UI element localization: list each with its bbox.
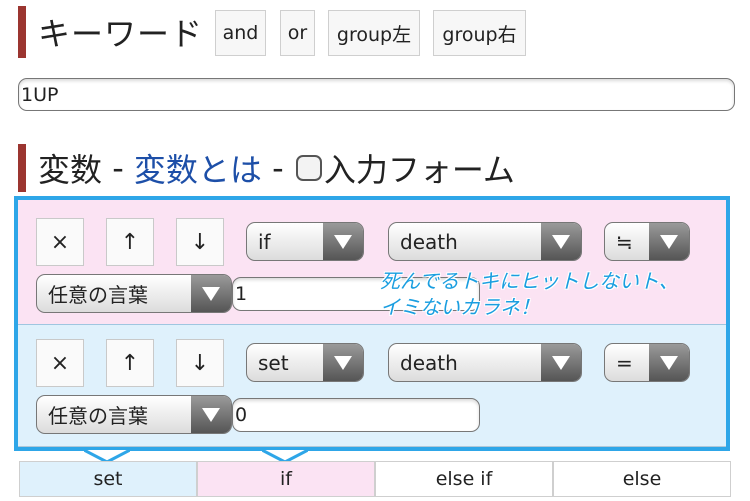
variable-select[interactable]: death <box>388 343 582 382</box>
section-marker <box>18 144 26 192</box>
variable-select[interactable]: death <box>388 222 582 261</box>
delete-button[interactable]: × <box>36 218 84 266</box>
kind-select[interactable]: if <box>246 222 364 261</box>
chevron-down-icon <box>541 344 581 381</box>
keyword-input[interactable]: 1UP <box>18 78 735 111</box>
move-up-button[interactable]: ↑ <box>106 218 154 266</box>
if-block: × ↑ ↓ if death ≒ 任意の言葉 1 死んでるトキにヒットしないト、… <box>18 200 726 325</box>
chevron-down-icon <box>323 223 363 260</box>
move-up-button[interactable]: ↑ <box>106 339 154 387</box>
move-down-button[interactable]: ↓ <box>176 218 224 266</box>
variables-title: 変数 <box>38 151 103 189</box>
variables-title-row: 変数 - 変数とは - 入力フォーム <box>38 145 515 191</box>
tab-else-if[interactable]: else if <box>375 461 553 497</box>
handwritten-note: 死んでるトキにヒットしないト、 イミないカラネ！ <box>380 268 679 320</box>
word-type-select-value: 任意の言葉 <box>48 404 148 428</box>
chevron-down-icon <box>191 396 231 433</box>
kind-select-value: if <box>258 229 271 254</box>
title-separator: - <box>261 149 294 187</box>
tab-set[interactable]: set <box>19 461 197 497</box>
input-form-checkbox[interactable] <box>295 155 322 181</box>
chevron-down-icon <box>541 223 581 260</box>
variable-select-value: death <box>400 229 458 254</box>
or-button[interactable]: or <box>280 10 315 56</box>
word-type-select[interactable]: 任意の言葉 <box>36 274 232 313</box>
tab-else[interactable]: else <box>553 461 731 497</box>
and-button[interactable]: and <box>215 10 266 56</box>
chevron-down-icon <box>649 223 689 260</box>
operator-select[interactable]: = <box>604 343 690 382</box>
delete-button[interactable]: × <box>36 339 84 387</box>
operator-select-value: ≒ <box>616 229 633 254</box>
group-right-button[interactable]: group右 <box>433 10 526 56</box>
tab-if[interactable]: if <box>197 461 375 497</box>
move-down-button[interactable]: ↓ <box>176 339 224 387</box>
chevron-down-icon <box>649 344 689 381</box>
value-input[interactable]: 0 <box>232 398 480 432</box>
word-type-select-value: 任意の言葉 <box>48 283 148 307</box>
word-type-select[interactable]: 任意の言葉 <box>36 395 232 434</box>
keyword-title: キーワード <box>38 15 204 53</box>
input-form-label: 入力フォーム <box>323 151 515 189</box>
keyword-header: キーワード <box>18 6 203 58</box>
chevron-down-icon <box>191 275 231 312</box>
note-line: 死んでるトキにヒットしないト、 <box>380 269 679 293</box>
title-separator: - <box>102 149 134 187</box>
chevron-down-icon <box>323 344 363 381</box>
section-marker <box>18 6 26 58</box>
variable-select-value: death <box>400 350 458 375</box>
kind-select-value: set <box>258 350 289 375</box>
note-line: イミないカラネ！ <box>380 295 540 319</box>
variables-header: 変数 - 変数とは - 入力フォーム <box>18 144 515 192</box>
kind-select[interactable]: set <box>246 343 364 382</box>
variables-help-link[interactable]: 変数とは <box>134 145 262 191</box>
operator-select[interactable]: ≒ <box>604 222 690 261</box>
group-left-button[interactable]: group左 <box>328 10 420 56</box>
set-block: × ↑ ↓ set death = 任意の言葉 0 <box>18 325 726 447</box>
operator-select-value: = <box>616 350 633 375</box>
condition-blocks: × ↑ ↓ if death ≒ 任意の言葉 1 死んでるトキにヒットしないト、… <box>14 196 730 451</box>
